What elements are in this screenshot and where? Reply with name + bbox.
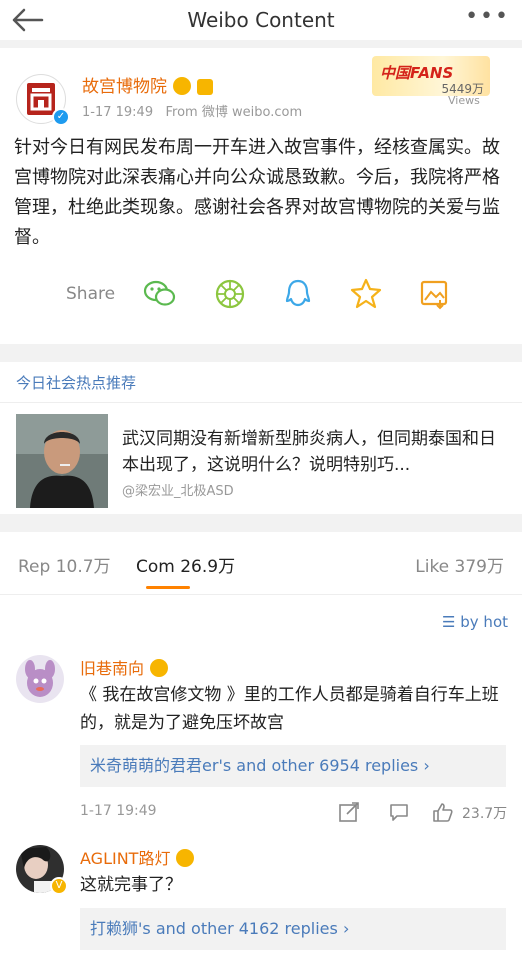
view-replies-link[interactable]: 米奇萌萌的君君er's and other 6954 replies › xyxy=(80,745,506,787)
sort-by-hot-button[interactable]: ☰ by hot xyxy=(442,613,508,631)
active-tab-indicator xyxy=(146,586,190,589)
like-count: 23.7万 xyxy=(462,806,508,822)
sort-label: by hot xyxy=(460,613,508,631)
post-content: 针对今日有网民发布周一开车进入故宫事件，经核查属实。故宫博物院对此深表痛心并向公… xyxy=(14,137,500,248)
hot-topics-card: 今日社会热点推荐 武汉同期没有新增新型肺炎病人，但同期泰国和日本出现了，这说明什… xyxy=(0,362,522,514)
hot-topics-title[interactable]: 今日社会热点推荐 xyxy=(16,372,136,393)
post-card: ✓ 故宫博物院 1-17 19:49 From 微博 weibo.com 中国F… xyxy=(0,48,522,344)
comment-time: 1-17 19:49 xyxy=(80,803,157,819)
verified-badge-icon: V xyxy=(50,877,68,895)
commenter-avatar[interactable] xyxy=(16,655,64,703)
view-replies-link[interactable]: 打赖狮's and other 4162 replies › xyxy=(80,908,506,950)
commenter-name[interactable]: AGLINT路灯 xyxy=(80,849,170,868)
share-label: Share xyxy=(66,284,116,304)
hot-topic-text[interactable]: 武汉同期没有新增新型肺炎病人，但同期泰国和日本出现了，这说明什么？说明特别巧..… xyxy=(122,426,510,478)
tab-comments[interactable]: Com 26.9万 xyxy=(136,552,235,577)
chevron-right-icon: › xyxy=(342,919,350,938)
replies-text: 's and other 6954 replies xyxy=(218,756,419,775)
divider xyxy=(0,402,522,403)
page-title: Weibo Content xyxy=(187,8,335,32)
commenter-name-row[interactable]: 旧巷南向 xyxy=(80,655,169,679)
comment-text: 这就完事了？ xyxy=(80,875,182,895)
repost-icon[interactable] xyxy=(338,801,360,823)
views-label: Views xyxy=(448,94,480,107)
top-bar: Weibo Content ••• xyxy=(0,0,522,40)
replies-text: 's and other 4162 replies xyxy=(138,919,338,938)
hot-topic-user[interactable]: @梁宏业_北极ASD xyxy=(122,480,234,499)
save-image-icon[interactable] xyxy=(416,276,452,312)
member-crown-icon xyxy=(173,77,191,95)
share-row: Share xyxy=(0,276,522,312)
post-time: 1-17 19:49 xyxy=(82,105,154,120)
hot-topic-thumbnail[interactable] xyxy=(16,414,108,508)
sort-icon: ☰ xyxy=(442,613,456,631)
post-source: From 微博 weibo.com xyxy=(165,105,303,120)
qzone-star-icon[interactable] xyxy=(348,276,384,312)
fans-banner[interactable]: 中国FANS 5449万 xyxy=(372,56,490,96)
reply-icon[interactable] xyxy=(388,801,410,823)
member-crown-icon xyxy=(150,659,169,677)
comments-section: ☰ by hot 旧巷南向 《 我在故宫修文物 》里的工作人员都是骑着自行车上班… xyxy=(0,595,522,960)
member-crown-icon xyxy=(176,849,195,867)
moments-icon[interactable] xyxy=(212,276,248,312)
post-meta: 1-17 19:49 From 微博 weibo.com xyxy=(82,101,302,120)
tab-reposts[interactable]: Rep 10.7万 xyxy=(18,552,111,577)
comment-text: 《 我在故宫修文物 》里的工作人员都是骑着自行车上班的，就是为了避免压坏故宫 xyxy=(80,685,499,733)
qq-icon[interactable] xyxy=(280,276,316,312)
more-options-icon[interactable]: ••• xyxy=(465,4,510,29)
like-thumb-icon[interactable] xyxy=(432,801,454,823)
replies-user[interactable]: 米奇萌萌的君君er xyxy=(90,756,218,775)
commenter-name[interactable]: 旧巷南向 xyxy=(80,659,144,678)
commenter-name-row[interactable]: AGLINT路灯 xyxy=(80,845,195,869)
author-name[interactable]: 故宫博物院 xyxy=(82,77,167,97)
replies-user[interactable]: 打赖狮 xyxy=(90,919,138,938)
interaction-tabs: Rep 10.7万 Com 26.9万 Like 379万 xyxy=(0,532,522,595)
verified-badge-icon: ✓ xyxy=(52,108,70,126)
vip-badge-icon xyxy=(197,79,213,95)
tab-likes[interactable]: Like 379万 xyxy=(415,552,504,577)
author-name-row[interactable]: 故宫博物院 xyxy=(82,72,213,97)
chevron-right-icon: › xyxy=(423,756,430,775)
wechat-icon[interactable] xyxy=(142,276,178,312)
